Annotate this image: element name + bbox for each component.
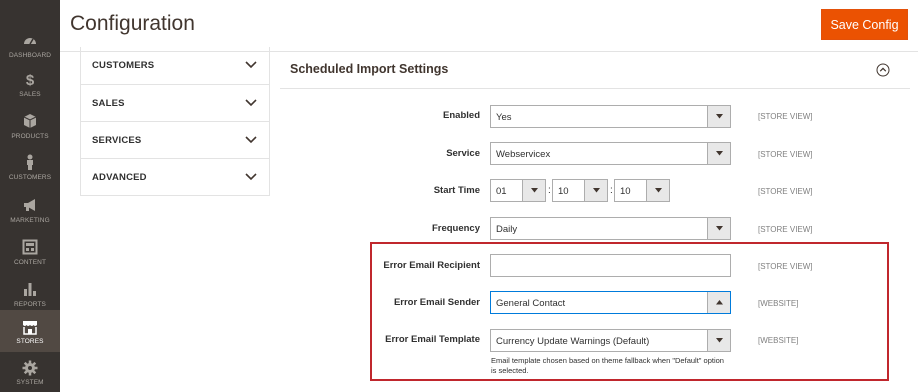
nav-label: REPORTS bbox=[13, 301, 46, 308]
tab-label: ADVANCED bbox=[92, 172, 147, 183]
time-separator: : bbox=[548, 185, 551, 196]
cube-icon bbox=[23, 114, 37, 128]
chevron-down-icon bbox=[245, 61, 257, 69]
nav-label: CONTENT bbox=[13, 259, 47, 266]
start-time-minute-select[interactable]: 10 bbox=[552, 179, 608, 202]
section-title[interactable]: Scheduled Import Settings bbox=[290, 62, 448, 76]
dollar-icon: $ bbox=[26, 72, 35, 87]
config-tabs: CUSTOMERS SALES SERVICES ADVANCED bbox=[80, 47, 270, 196]
highlight-box bbox=[370, 242, 889, 381]
nav-label: CUSTOMERS bbox=[8, 174, 52, 181]
scope-label: [STORE VIEW] bbox=[758, 225, 813, 234]
nav-item-products[interactable]: PRODUCTS bbox=[0, 108, 60, 150]
service-select[interactable]: Webservicex bbox=[490, 142, 731, 165]
caret-down-icon bbox=[531, 188, 538, 193]
collapse-icon[interactable] bbox=[876, 63, 890, 77]
layout-icon bbox=[22, 239, 38, 255]
dropdown-button[interactable] bbox=[584, 180, 607, 201]
frequency-value: Daily bbox=[496, 224, 518, 235]
nav-label: STORES bbox=[16, 338, 44, 345]
nav-item-customers[interactable]: CUSTOMERS bbox=[0, 149, 60, 191]
person-icon bbox=[27, 154, 33, 170]
nav-item-content[interactable]: CONTENT bbox=[0, 234, 60, 276]
save-config-button[interactable]: Save Config bbox=[821, 9, 908, 40]
admin-nav: DASHBOARD $ SALES PRODUCTS CUSTOMERS MAR… bbox=[0, 0, 60, 392]
nav-label: MARKETING bbox=[10, 217, 50, 224]
service-label: Service bbox=[446, 148, 480, 159]
dashboard-icon bbox=[24, 38, 36, 45]
frequency-label: Frequency bbox=[431, 223, 480, 234]
nav-item-stores[interactable]: STORES bbox=[0, 310, 60, 352]
frequency-select[interactable]: Daily bbox=[490, 217, 731, 240]
chevron-down-icon bbox=[245, 173, 257, 181]
caret-down-icon bbox=[716, 226, 723, 231]
section-divider bbox=[280, 88, 910, 89]
service-value: Webservicex bbox=[496, 149, 551, 160]
dropdown-button[interactable] bbox=[707, 106, 730, 127]
start-time-label: Start Time bbox=[433, 185, 480, 196]
scope-label: [STORE VIEW] bbox=[758, 187, 813, 196]
nav-label: DASHBOARD bbox=[8, 52, 52, 59]
store-icon bbox=[23, 321, 37, 335]
dropdown-button[interactable] bbox=[646, 180, 669, 201]
enabled-select[interactable]: Yes bbox=[490, 105, 731, 128]
nav-item-dashboard[interactable]: DASHBOARD bbox=[0, 27, 60, 69]
dropdown-button[interactable] bbox=[707, 143, 730, 164]
enabled-label: Enabled bbox=[443, 110, 480, 121]
chevron-down-icon bbox=[245, 99, 257, 107]
second-value: 10 bbox=[620, 186, 631, 197]
hour-value: 01 bbox=[496, 186, 507, 197]
caret-down-icon bbox=[655, 188, 662, 193]
dropdown-button[interactable] bbox=[522, 180, 545, 201]
nav-item-sales[interactable]: $ SALES bbox=[0, 66, 60, 108]
minute-value: 10 bbox=[558, 186, 569, 197]
caret-down-icon bbox=[716, 151, 723, 156]
scope-label: [STORE VIEW] bbox=[758, 150, 813, 159]
start-time-hour-select[interactable]: 01 bbox=[490, 179, 546, 202]
svg-text:$: $ bbox=[26, 72, 35, 87]
nav-item-marketing[interactable]: MARKETING bbox=[0, 192, 60, 234]
nav-label: PRODUCTS bbox=[11, 133, 49, 140]
caret-down-icon bbox=[716, 114, 723, 119]
tab-label: CUSTOMERS bbox=[92, 60, 155, 71]
dropdown-button[interactable] bbox=[707, 218, 730, 239]
enabled-value: Yes bbox=[496, 112, 512, 123]
megaphone-icon bbox=[24, 199, 35, 211]
time-separator: : bbox=[610, 185, 613, 196]
tab-label: SERVICES bbox=[92, 135, 142, 146]
start-time-second-select[interactable]: 10 bbox=[614, 179, 670, 202]
gear-icon bbox=[22, 360, 38, 376]
nav-label: SYSTEM bbox=[16, 379, 44, 386]
scope-label: [STORE VIEW] bbox=[758, 112, 813, 121]
tab-advanced[interactable]: ADVANCED bbox=[81, 158, 269, 195]
tab-services[interactable]: SERVICES bbox=[81, 121, 269, 158]
tab-sales[interactable]: SALES bbox=[81, 84, 269, 121]
nav-label: SALES bbox=[19, 91, 41, 98]
tab-label: SALES bbox=[92, 98, 125, 109]
page-title: Configuration bbox=[70, 12, 195, 35]
tab-customers[interactable]: CUSTOMERS bbox=[81, 47, 269, 84]
bar-chart-icon bbox=[24, 283, 36, 296]
caret-down-icon bbox=[593, 188, 600, 193]
nav-item-system[interactable]: SYSTEM bbox=[0, 356, 60, 392]
chevron-down-icon bbox=[245, 136, 257, 144]
